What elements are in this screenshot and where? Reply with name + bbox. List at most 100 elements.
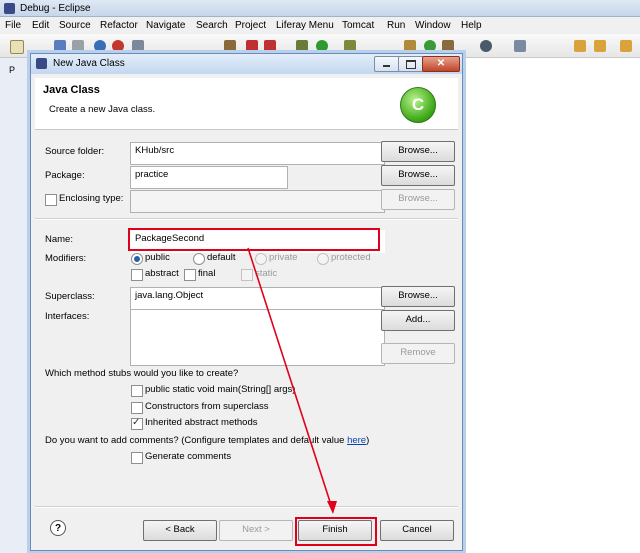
help-icon: ? [54,523,62,534]
name-label: Name: [45,234,73,245]
new-icon[interactable] [10,40,24,54]
static-label: static [255,268,278,279]
run-icon[interactable] [316,40,328,52]
dialog-icon [36,58,47,69]
protected-label: protected [331,252,371,263]
server-icon[interactable] [112,40,124,52]
menu-navigate[interactable]: Navigate [146,20,185,31]
generate-comments-label: Generate comments [145,451,232,462]
final-checkbox[interactable] [184,269,196,281]
interfaces-add-button[interactable]: Add... [381,310,455,331]
external-tools-icon[interactable] [344,40,356,52]
generate-comments-checkbox[interactable] [131,452,143,464]
stubs-question: Which method stubs would you like to cre… [45,368,239,379]
main-method-label: public static void main(String[] args) [145,384,296,395]
protected-radio[interactable] [317,253,329,265]
comments-question-end: ) [366,435,370,446]
package-explorer-tab[interactable]: P [0,58,34,553]
source-folder-browse-button[interactable]: Browse... [381,141,455,162]
build-icon[interactable] [132,40,144,52]
forward-arrow-icon[interactable] [620,40,632,52]
package-input[interactable]: practice [130,166,288,189]
tomcat-icon[interactable] [264,40,276,52]
dialog-banner: Java Class Create a new Java class. C [35,78,458,130]
inherited-abstract-checkbox[interactable] [131,417,143,430]
menu-project[interactable]: Project [235,20,266,31]
new-java-class-dialog: New Java Class ✕ Java Class Create a new… [30,53,463,551]
enclosing-type-input[interactable] [130,190,385,213]
window-title: Debug - Eclipse [20,3,91,14]
interfaces-list[interactable] [130,309,385,366]
source-folder-label: Source folder: [45,146,105,157]
enclosing-type-label: Enclosing type: [59,193,124,204]
configure-templates-link[interactable]: here [347,435,366,446]
package-explorer-tab-label: P [9,65,16,75]
source-folder-input[interactable]: KHub/src [130,142,385,165]
debug-icon[interactable] [296,40,308,52]
enclosing-type-browse-button[interactable]: Browse... [381,189,455,210]
package-label: Package: [45,170,85,181]
separator [35,218,458,220]
new-package-icon[interactable] [404,40,416,52]
close-button[interactable]: ✕ [422,56,460,72]
save-icon[interactable] [54,40,66,52]
default-radio[interactable] [193,253,205,265]
menu-liferay[interactable]: Liferay Menu [276,20,334,31]
last-edit-icon[interactable] [574,40,586,52]
debug-bug-icon[interactable] [224,40,236,52]
menu-help[interactable]: Help [461,20,482,31]
menu-bar: File Edit Source Refactor Navigate Searc… [0,17,640,34]
abstract-label: abstract [145,268,179,279]
eclipse-icon [4,3,15,14]
window-title-bar: Debug - Eclipse [0,0,640,17]
menu-source[interactable]: Source [59,20,91,31]
menu-edit[interactable]: Edit [32,20,49,31]
menu-tomcat[interactable]: Tomcat [342,20,374,31]
interfaces-remove-button[interactable]: Remove [381,343,455,364]
print-icon[interactable] [72,40,84,52]
package-browse-button[interactable]: Browse... [381,165,455,186]
menu-refactor[interactable]: Refactor [100,20,138,31]
dialog-title: New Java Class [53,58,125,69]
new-class-icon[interactable] [424,40,436,52]
comments-question: Do you want to add comments? (Configure … [45,435,369,446]
help-button[interactable]: ? [50,520,66,536]
private-radio[interactable] [255,253,267,265]
interfaces-label: Interfaces: [45,311,90,322]
constructors-label: Constructors from superclass [145,401,269,412]
annotation-nav-icon[interactable] [514,40,526,52]
final-label: final [198,268,216,279]
dialog-title-bar: New Java Class ✕ [31,54,462,74]
abstract-checkbox[interactable] [131,269,143,281]
static-checkbox[interactable] [241,269,253,281]
default-label: default [207,252,236,263]
menu-window[interactable]: Window [415,20,451,31]
constructors-checkbox[interactable] [131,402,143,414]
open-type-icon[interactable] [442,40,454,52]
dialog-heading: Java Class [43,84,100,96]
public-radio[interactable] [131,253,143,265]
menu-file[interactable]: File [5,20,21,31]
bottom-separator [35,506,458,508]
superclass-label: Superclass: [45,291,95,302]
back-button[interactable]: < Back [143,520,217,541]
liferay-icon[interactable] [246,40,258,52]
main-method-checkbox[interactable] [131,385,143,397]
close-icon: ✕ [436,58,446,69]
globe-icon[interactable] [94,40,106,52]
maximize-button[interactable] [398,56,424,72]
settings-gear-icon[interactable] [480,40,492,52]
private-label: private [269,252,298,263]
superclass-browse-button[interactable]: Browse... [381,286,455,307]
menu-run[interactable]: Run [387,20,405,31]
enclosing-type-checkbox[interactable] [45,194,57,206]
back-arrow-icon[interactable] [594,40,606,52]
public-label: public [145,252,170,263]
cancel-button[interactable]: Cancel [380,520,454,541]
menu-search[interactable]: Search [196,20,228,31]
next-button[interactable]: Next > [219,520,293,541]
name-highlight-box [128,228,380,251]
comments-question-text: Do you want to add comments? (Configure … [45,435,348,446]
superclass-input[interactable]: java.lang.Object [130,287,385,310]
minimize-button[interactable] [374,56,400,72]
